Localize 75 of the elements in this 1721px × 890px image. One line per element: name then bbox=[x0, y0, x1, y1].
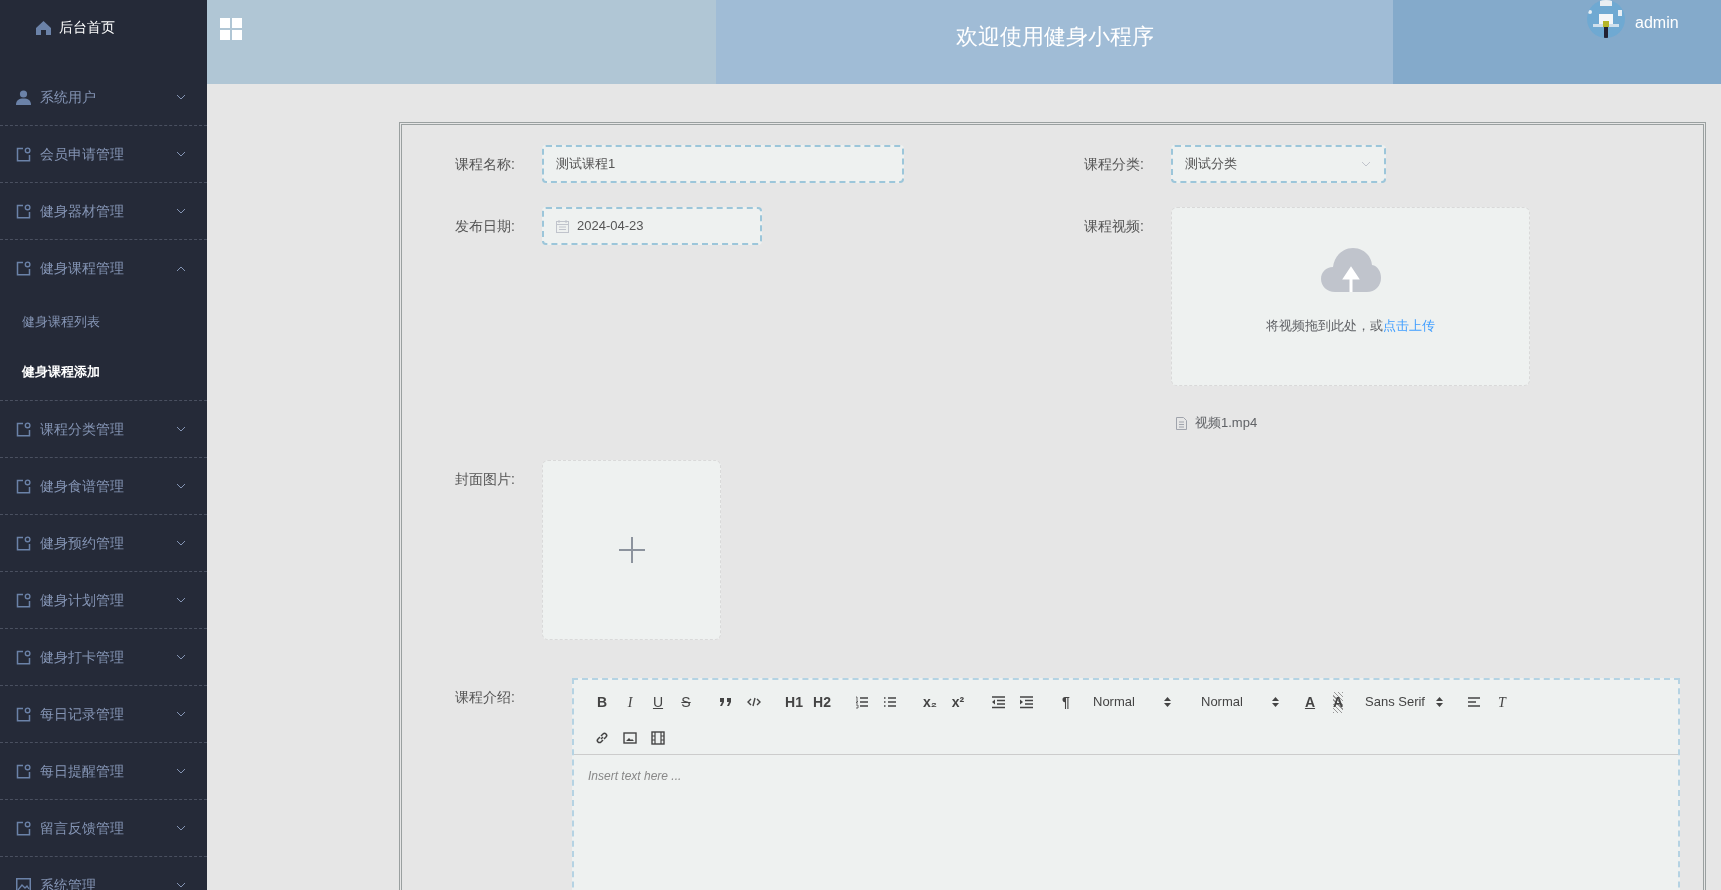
sidebar-menu-item[interactable]: 系统用户 bbox=[0, 69, 207, 126]
document-icon bbox=[16, 592, 31, 608]
document-icon bbox=[16, 421, 31, 437]
bold-button[interactable]: B bbox=[588, 692, 616, 712]
outdent-icon[interactable] bbox=[991, 695, 1005, 709]
file-icon bbox=[1176, 416, 1187, 430]
up-down-caret-icon bbox=[1272, 697, 1279, 707]
header-title: 欢迎使用健身小程序 bbox=[955, 23, 1154, 48]
document-icon bbox=[16, 820, 31, 836]
link-icon[interactable] bbox=[595, 731, 609, 745]
film-icon[interactable] bbox=[651, 731, 665, 745]
field-label: 课程名称: bbox=[455, 155, 516, 174]
field-label: 封面图片: bbox=[455, 470, 516, 489]
date-input[interactable]: 2024-04-23 bbox=[542, 207, 762, 245]
header-button[interactable]: H1 bbox=[780, 692, 808, 712]
user-icon bbox=[16, 89, 31, 105]
direction-button[interactable]: ¶ bbox=[1052, 692, 1080, 712]
document-icon bbox=[16, 706, 31, 722]
format-picker[interactable]: Sans Serif bbox=[1357, 692, 1455, 712]
image-icon[interactable] bbox=[623, 731, 637, 745]
strike-button[interactable]: S bbox=[672, 692, 700, 712]
quote-icon[interactable] bbox=[719, 695, 733, 709]
select-dropdown[interactable]: 测试分类 bbox=[1171, 145, 1386, 183]
clean-button[interactable]: T bbox=[1488, 692, 1516, 712]
sidebar-menu-item[interactable]: 健身课程管理 bbox=[0, 240, 207, 297]
home-icon bbox=[36, 20, 51, 35]
document-icon bbox=[16, 649, 31, 665]
code-icon[interactable] bbox=[747, 695, 761, 709]
script-button[interactable]: x² bbox=[944, 692, 972, 712]
submenu-item[interactable]: 健身课程添加 bbox=[0, 347, 207, 397]
sidebar-menu-item[interactable]: 课程分类管理 bbox=[0, 401, 207, 458]
plus-icon bbox=[618, 537, 645, 563]
image-icon bbox=[16, 877, 31, 890]
field-label: 课程分类: bbox=[1084, 155, 1145, 174]
document-icon bbox=[16, 763, 31, 779]
document-icon bbox=[16, 146, 31, 162]
bullet-list-icon[interactable] bbox=[883, 695, 897, 709]
sidebar-menu-item[interactable]: 每日记录管理 bbox=[0, 686, 207, 743]
color-button[interactable]: A bbox=[1296, 692, 1324, 712]
upload-dropzone[interactable]: 将视频拖到此处，或点击上传 bbox=[1171, 207, 1530, 386]
document-icon bbox=[16, 261, 31, 276]
home-menu-item[interactable]: 后台首页 bbox=[0, 0, 207, 55]
align-left-icon[interactable] bbox=[1467, 695, 1481, 709]
sidebar-menu-item[interactable]: 健身预约管理 bbox=[0, 515, 207, 572]
sidebar-menu-item[interactable]: 健身食谱管理 bbox=[0, 458, 207, 515]
username: admin bbox=[1635, 13, 1679, 33]
document-icon bbox=[16, 478, 31, 494]
up-down-caret-icon bbox=[1164, 697, 1171, 707]
format-picker[interactable]: Normal bbox=[1193, 692, 1291, 712]
indent-icon[interactable] bbox=[1019, 695, 1033, 709]
format-picker[interactable]: Normal bbox=[1085, 692, 1183, 712]
background-button[interactable]: A bbox=[1324, 692, 1352, 712]
document-icon bbox=[16, 203, 31, 219]
submenu-item[interactable]: 健身课程列表 bbox=[0, 297, 207, 347]
sidebar-menu-item[interactable]: 健身打卡管理 bbox=[0, 629, 207, 686]
script-button[interactable]: x₂ bbox=[916, 692, 944, 712]
ordered-list-icon[interactable] bbox=[855, 695, 869, 709]
sidebar-menu-item[interactable]: 每日提醒管理 bbox=[0, 743, 207, 800]
document-icon bbox=[16, 535, 31, 551]
up-down-caret-icon bbox=[1436, 697, 1443, 707]
calendar-icon bbox=[556, 219, 569, 233]
header-button[interactable]: H2 bbox=[808, 692, 836, 712]
underline-button[interactable]: U bbox=[644, 692, 672, 712]
field-label: 课程介绍: bbox=[455, 688, 516, 707]
upload-hint: 将视频拖到此处，或点击上传 bbox=[1266, 317, 1435, 335]
uploaded-file[interactable]: 视频1.mp4 bbox=[1171, 413, 1530, 433]
sidebar-menu-item[interactable]: 健身计划管理 bbox=[0, 572, 207, 629]
sidebar-menu-item[interactable]: 留言反馈管理 bbox=[0, 800, 207, 857]
sidebar-menu-item[interactable]: 健身器材管理 bbox=[0, 183, 207, 240]
field-label: 课程视频: bbox=[1084, 217, 1145, 236]
italic-button[interactable]: I bbox=[616, 692, 644, 712]
field-label: 发布日期: bbox=[455, 217, 516, 236]
text-input[interactable]: 测试课程1 bbox=[542, 145, 904, 183]
cloud-upload-icon bbox=[1320, 248, 1381, 292]
sidebar-menu-item[interactable]: 会员申请管理 bbox=[0, 126, 207, 183]
